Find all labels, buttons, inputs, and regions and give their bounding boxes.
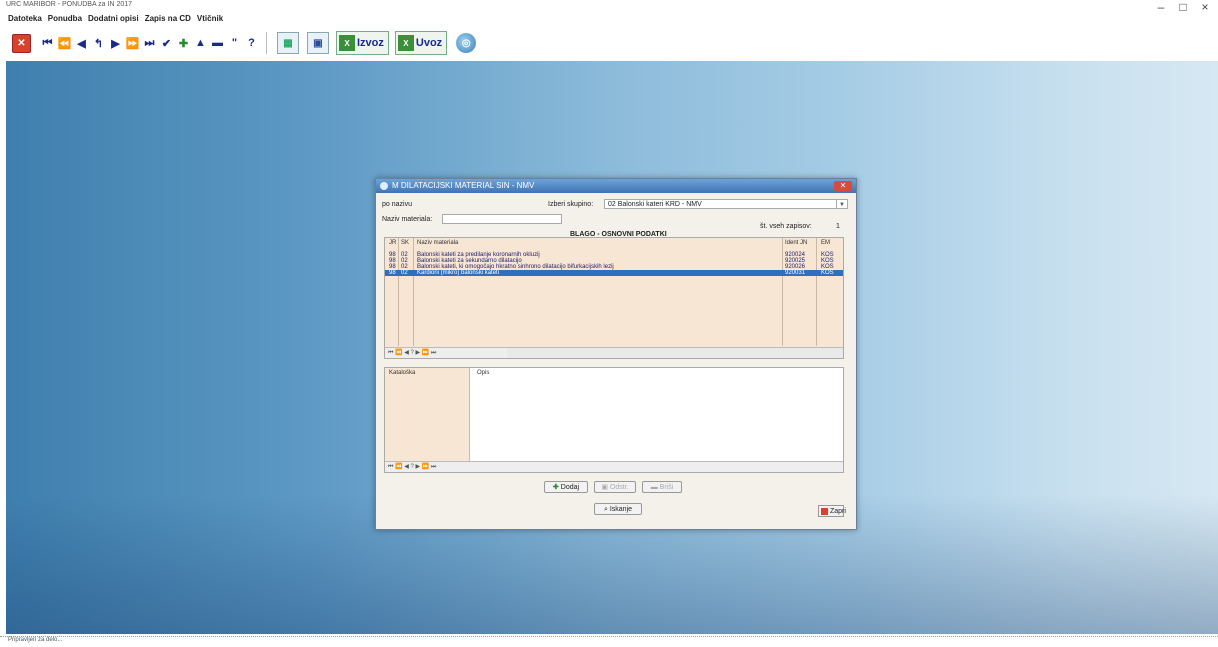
window-titlebar: URC MARIBOR - PONUDBA za IN 2017 – □ × [0, 0, 1218, 14]
prev-record-button[interactable]: ◀ [73, 32, 90, 54]
detail-table: Kataloška Opis ⏮ ⏪ ◀ ? ▶ ⏩ ⏭ [384, 367, 844, 473]
menu-vticnik[interactable]: Vtičnik [197, 12, 223, 26]
refresh-button[interactable]: ↰ [90, 32, 107, 54]
chevron-down-icon[interactable]: ▼ [836, 200, 847, 208]
excel-icon: X [397, 35, 414, 51]
menu-zapis-na-cd[interactable]: Zapis na CD [145, 12, 191, 26]
status-bar: Pripravljen za delo... [0, 636, 1218, 647]
excel-icon: X [339, 35, 355, 51]
exit-icon[interactable]: ✕ [12, 33, 31, 53]
toolbar-separator [266, 32, 267, 54]
col-jr: JR [389, 240, 397, 246]
app-icon [380, 182, 388, 190]
record-count-label: št. vseh zapisov: [760, 223, 812, 230]
menu-ponudba[interactable]: Ponudba [48, 12, 82, 26]
dialog-close-icon[interactable]: ✕ [834, 181, 852, 191]
sort-label: po nazivu [382, 201, 412, 208]
col-naziv: Naziv materiala [417, 240, 459, 246]
search-button[interactable]: ⌕ Iskanje [594, 503, 642, 515]
next-record-button[interactable]: ▶ [107, 32, 124, 54]
last-record-button[interactable]: ⏭ [141, 32, 158, 54]
material-name-label: Naziv materiala: [382, 216, 433, 223]
help-button[interactable]: ? [243, 32, 260, 54]
izvoz-button[interactable]: X Izvoz [336, 31, 389, 55]
material-name-input[interactable] [442, 214, 562, 224]
globe-icon[interactable]: ◎ [456, 33, 477, 53]
quote-button[interactable]: " [226, 32, 243, 54]
col-katalog: Kataloška [389, 370, 416, 376]
remove-icon: ▣ [601, 484, 610, 491]
confirm-button[interactable]: ✔ [158, 32, 175, 54]
catalog-column [385, 368, 470, 462]
status-text: Pripravljen za delo... [8, 637, 63, 643]
add-record-button[interactable]: ✚ Dodaj [544, 481, 588, 493]
group-select[interactable]: 02 Balonski kateri KRD - NMV ▼ [604, 199, 848, 209]
add-icon: ✚ [552, 484, 559, 491]
col-opis: Opis [477, 370, 490, 376]
record-count-value: 1 [836, 223, 840, 230]
delete-record-button[interactable]: ▬ Briši [642, 481, 682, 493]
prev-page-button[interactable]: ⏪ [56, 32, 73, 54]
delete-button[interactable]: ▬ [209, 32, 226, 54]
calendar-icon[interactable]: ▦ [277, 32, 299, 54]
toolbar: ✕ ⏮ ⏪ ◀ ↰ ▶ ⏩ ⏭ ✔ ✚ ▲ ▬ " ? ▦ ▣ X Izvoz … [0, 29, 1218, 57]
group-label: Izberi skupino: [548, 201, 594, 208]
edit-button[interactable]: ▲ [192, 32, 209, 54]
col-em: EM [821, 240, 830, 246]
dialog-title: M DILATACIJSKI MATERIAL SIN - NMV [392, 181, 535, 190]
table-header: JR SK Naziv materiala Ident JN EM [385, 238, 843, 248]
exit-icon [821, 508, 828, 515]
menu-bar: Datoteka Ponudba Dodatni opisi Zapis na … [0, 12, 1218, 26]
menu-datoteka[interactable]: Datoteka [8, 12, 42, 26]
detail-navigator[interactable]: ⏮ ⏪ ◀ ? ▶ ⏩ ⏭ [385, 461, 843, 472]
save-icon[interactable]: ▣ [307, 32, 329, 54]
col-sk: SK [401, 240, 410, 246]
delete-icon: ▬ [650, 484, 660, 491]
materials-table: JR SK Naziv materiala Ident JN EM 98 02 … [384, 237, 844, 359]
horizontal-scrollbar[interactable] [507, 348, 843, 358]
dialog-titlebar: M DILATACIJSKI MATERIAL SIN - NMV ✕ [376, 179, 856, 193]
remove-record-button[interactable]: ▣ Odstr. [594, 481, 636, 493]
close-dialog-button[interactable]: Zapri [818, 505, 846, 517]
material-dialog: M DILATACIJSKI MATERIAL SIN - NMV ✕ po n… [375, 178, 857, 530]
menu-dodatni-opisi[interactable]: Dodatni opisi [88, 12, 139, 26]
add-button[interactable]: ✚ [175, 32, 192, 54]
app-title: URC MARIBOR - PONUDBA za IN 2017 [6, 1, 133, 8]
uvoz-button[interactable]: X Uvoz [394, 31, 448, 55]
table-row-selected[interactable]: 98 02 Kardioni (mikro) balonski kateti 9… [385, 270, 843, 276]
next-page-button[interactable]: ⏩ [124, 32, 141, 54]
col-ident: Ident JN [785, 240, 808, 246]
first-record-button[interactable]: ⏮ [39, 32, 56, 54]
